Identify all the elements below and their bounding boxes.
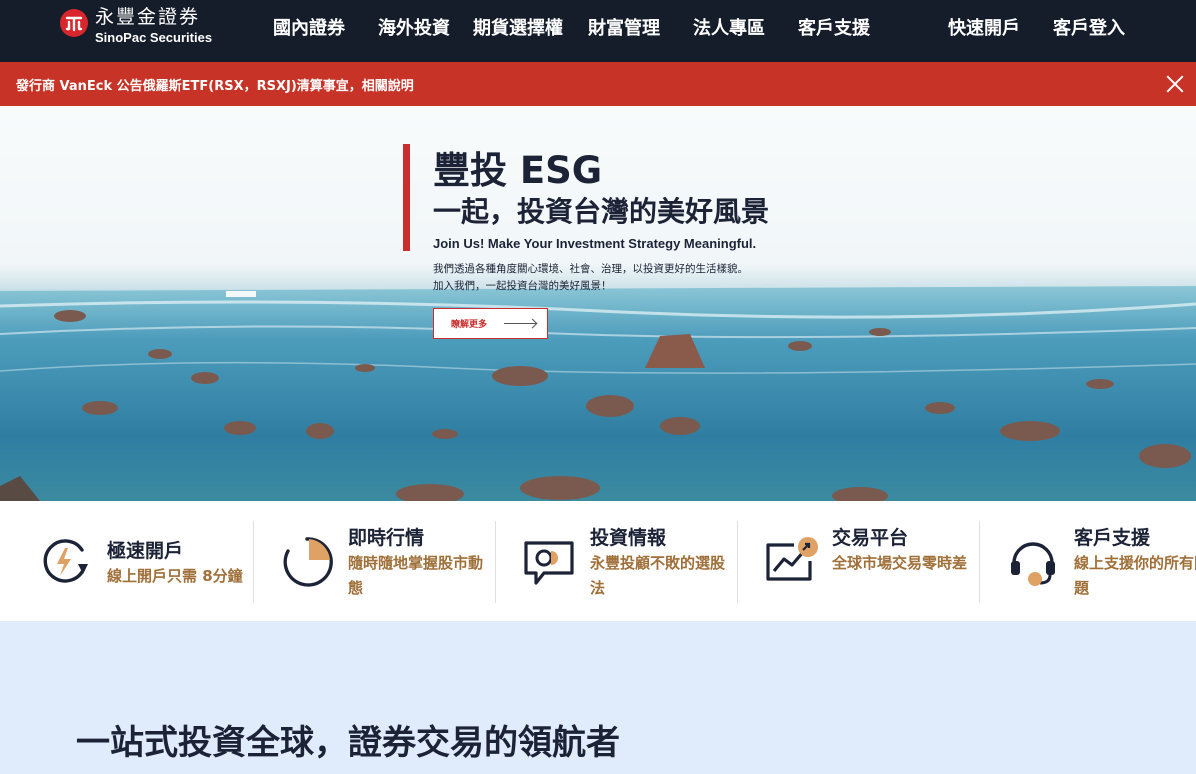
arrow-right-icon (504, 323, 536, 324)
announcement-bar: 發行商 VanEck 公告俄羅斯ETF(RSX，RSXJ)清算事宜，相關說明 (0, 62, 1196, 106)
nav-domestic-securities[interactable]: 國內證券 (273, 14, 345, 40)
hero-description-line2: 加入我們，一起投資台灣的美好風景！ (433, 280, 612, 292)
nav-customer-support[interactable]: 客戶支援 (798, 14, 870, 40)
lightning-refresh-icon (43, 539, 88, 583)
hero-banner: 豐投 ESG 一起，投資台灣的美好風景 Join Us! Make Your I… (0, 106, 1196, 501)
learn-more-button[interactable]: 瞭解更多 (433, 308, 548, 339)
feature-realtime-quotes-desc: 隨時隨地掌握股市動態 (348, 554, 484, 597)
feature-fast-account[interactable]: 極速開戶 線上開戶只需 8分鐘 (0, 501, 253, 621)
sinopac-logo-icon (60, 9, 88, 37)
feature-trading-platform-title: 交易平台 (832, 527, 909, 549)
feature-investment-info-title: 投資情報 (590, 527, 667, 549)
pie-chart-icon (283, 537, 333, 587)
hero-accent-bar (403, 144, 410, 251)
feature-trading-platform-desc: 全球市場交易零時差 (832, 554, 968, 572)
feature-realtime-quotes-title: 即時行情 (348, 527, 425, 549)
nav-institutional[interactable]: 法人專區 (693, 14, 765, 40)
feature-trading-platform[interactable]: 交易平台 全球市場交易零時差 (738, 501, 979, 621)
quick-open-account-link[interactable]: 快速開戶 (948, 14, 1020, 40)
hero-tagline-en: Join Us! Make Your Investment Strategy M… (433, 236, 757, 251)
trend-up-icon (766, 537, 818, 581)
feature-strip: 極速開戶 線上開戶只需 8分鐘 即時行情 隨時隨地掌握股市動態 投資情報 永豐投… (0, 501, 1196, 621)
intro-headline: 一站式投資全球，證券交易的領航者 (76, 723, 620, 763)
feature-realtime-quotes[interactable]: 即時行情 隨時隨地掌握股市動態 (254, 501, 495, 621)
feature-customer-support-title: 客戶支援 (1074, 527, 1151, 549)
hero-description-line1: 我們透過各種角度關心環境、社會、治理，以投資更好的生活樣貌。 (433, 263, 748, 275)
feature-investment-info[interactable]: 投資情報 永豐投顧不敗的選股法 (496, 501, 737, 621)
feature-fast-account-title: 極速開戶 (107, 540, 184, 562)
hero-subtitle: 一起，投資台灣的美好風景 (433, 195, 770, 228)
hero-title: 豐投 ESG (433, 149, 603, 192)
feature-customer-support[interactable]: 客戶支援 線上支援你的所有問題 (980, 501, 1196, 621)
nav-overseas-investment[interactable]: 海外投資 (378, 14, 450, 40)
chat-chart-icon (524, 541, 574, 585)
brand-name-en: SinoPac Securities (95, 30, 213, 45)
brand-logo[interactable]: 永豐金證券 SinoPac Securities (60, 8, 212, 44)
learn-more-label: 瞭解更多 (451, 320, 488, 330)
intro-section: 一站式投資全球，證券交易的領航者 (0, 621, 1196, 774)
announcement-link[interactable]: 發行商 VanEck 公告俄羅斯ETF(RSX，RSXJ)清算事宜，相關說明 (16, 75, 414, 94)
brand-name-zh: 永豐金證券 (95, 6, 201, 28)
nav-wealth-management[interactable]: 財富管理 (588, 14, 660, 40)
nav-futures-options[interactable]: 期貨選擇權 (473, 14, 563, 40)
feature-fast-account-desc: 線上開戶只需 8分鐘 (107, 567, 243, 585)
customer-login-link[interactable]: 客戶登入 (1053, 14, 1125, 40)
top-navigation: 永豐金證券 SinoPac Securities 國內證券 海外投資 期貨選擇權… (0, 0, 1196, 62)
headset-icon (1011, 542, 1055, 586)
feature-customer-support-desc: 線上支援你的所有問題 (1074, 554, 1196, 597)
close-icon[interactable] (1164, 73, 1186, 95)
feature-investment-info-desc: 永豐投顧不敗的選股法 (590, 554, 726, 597)
